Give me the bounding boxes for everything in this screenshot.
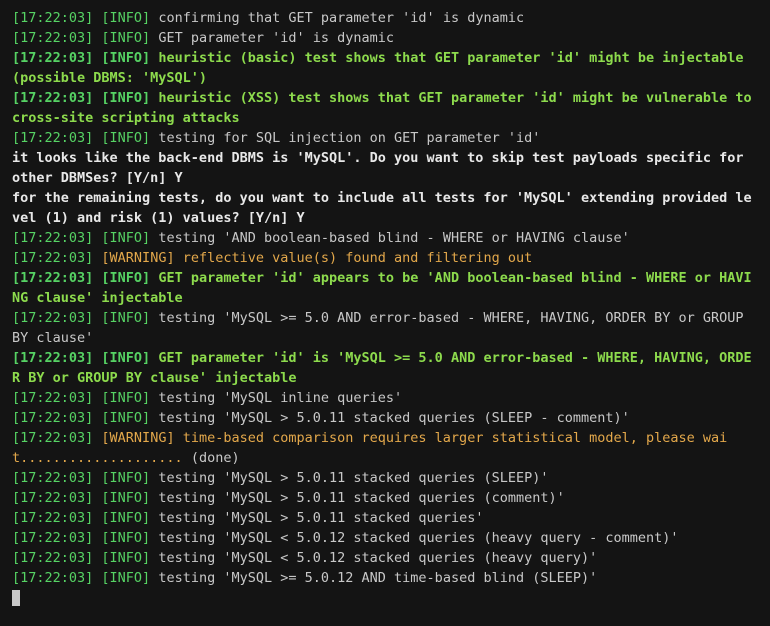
log-level: [WARNING] (101, 250, 174, 266)
log-line: [17:22:03] [INFO] GET parameter 'id' is … (12, 28, 758, 48)
log-message: confirming that GET parameter 'id' is dy… (158, 10, 524, 26)
log-line: [17:22:03] [INFO] testing 'MySQL inline … (12, 388, 758, 408)
log-level: [INFO] (101, 410, 150, 426)
log-line: [17:22:03] [INFO] testing 'MySQL > 5.0.1… (12, 468, 758, 488)
log-level: [INFO] (101, 470, 150, 486)
log-timestamp: [17:22:03] (12, 390, 93, 406)
log-timestamp: [17:22:03] (12, 550, 93, 566)
log-level: [INFO] (101, 490, 150, 506)
log-timestamp: [17:22:03] (12, 530, 93, 546)
log-level: [INFO] (101, 350, 150, 366)
log-line: [17:22:03] [INFO] testing 'AND boolean-b… (12, 228, 758, 248)
log-timestamp: [17:22:03] (12, 50, 93, 66)
cursor (12, 590, 20, 606)
log-line: it looks like the back-end DBMS is 'MySQ… (12, 148, 758, 188)
log-timestamp: [17:22:03] (12, 410, 93, 426)
log-timestamp: [17:22:03] (12, 490, 93, 506)
log-message: testing 'MySQL > 5.0.11 stacked queries … (158, 470, 548, 486)
log-line: [17:22:03] [WARNING] reflective value(s)… (12, 248, 758, 268)
log-timestamp: [17:22:03] (12, 10, 93, 26)
log-timestamp: [17:22:03] (12, 570, 93, 586)
log-message: testing 'MySQL < 5.0.12 stacked queries … (158, 550, 597, 566)
log-timestamp: [17:22:03] (12, 30, 93, 46)
log-level: [INFO] (101, 270, 150, 286)
log-level: [INFO] (101, 90, 150, 106)
log-level: [INFO] (101, 50, 150, 66)
log-level: [INFO] (101, 510, 150, 526)
log-level: [INFO] (101, 390, 150, 406)
log-level: [INFO] (101, 570, 150, 586)
log-line: [17:22:03] [INFO] testing 'MySQL >= 5.0.… (12, 568, 758, 588)
log-line: [17:22:03] [INFO] heuristic (basic) test… (12, 48, 758, 88)
log-timestamp: [17:22:03] (12, 130, 93, 146)
log-level: [INFO] (101, 230, 150, 246)
log-line: [17:22:03] [INFO] testing 'MySQL < 5.0.1… (12, 528, 758, 548)
log-level: [INFO] (101, 130, 150, 146)
log-timestamp: [17:22:03] (12, 510, 93, 526)
log-level: [INFO] (101, 550, 150, 566)
log-message: testing 'MySQL > 5.0.11 stacked queries … (158, 410, 629, 426)
log-message: GET parameter 'id' is dynamic (158, 30, 394, 46)
log-level: [INFO] (101, 310, 150, 326)
log-message: testing 'MySQL >= 5.0.12 AND time-based … (158, 570, 597, 586)
log-message-tail: (done) (183, 450, 240, 466)
log-level: [INFO] (101, 530, 150, 546)
log-line: [17:22:03] [INFO] GET parameter 'id' is … (12, 348, 758, 388)
log-timestamp: [17:22:03] (12, 90, 93, 106)
log-timestamp: [17:22:03] (12, 230, 93, 246)
log-level: [WARNING] (101, 430, 174, 446)
log-line: for the remaining tests, do you want to … (12, 188, 758, 228)
log-level: [INFO] (101, 30, 150, 46)
log-line: [17:22:03] [INFO] confirming that GET pa… (12, 8, 758, 28)
log-line: [17:22:03] [INFO] testing 'MySQL > 5.0.1… (12, 508, 758, 528)
log-timestamp: [17:22:03] (12, 310, 93, 326)
log-message: for the remaining tests, do you want to … (12, 190, 752, 226)
log-line: [17:22:03] [INFO] testing for SQL inject… (12, 128, 758, 148)
log-message: testing 'MySQL > 5.0.11 stacked queries' (158, 510, 483, 526)
log-timestamp: [17:22:03] (12, 270, 93, 286)
log-line: [17:22:03] [INFO] testing 'MySQL < 5.0.1… (12, 548, 758, 568)
log-message: testing 'MySQL inline queries' (158, 390, 402, 406)
log-message: testing for SQL injection on GET paramet… (158, 130, 540, 146)
log-message: testing 'AND boolean-based blind - WHERE… (158, 230, 629, 246)
log-message: testing 'MySQL > 5.0.11 stacked queries … (158, 490, 564, 506)
log-line: [17:22:03] [INFO] testing 'MySQL > 5.0.1… (12, 408, 758, 428)
log-timestamp: [17:22:03] (12, 430, 93, 446)
log-message: it looks like the back-end DBMS is 'MySQ… (12, 150, 752, 186)
log-line: [17:22:03] [INFO] heuristic (XSS) test s… (12, 88, 758, 128)
log-level: [INFO] (101, 10, 150, 26)
terminal-output: [17:22:03] [INFO] confirming that GET pa… (12, 8, 758, 588)
log-line: [17:22:03] [WARNING] time-based comparis… (12, 428, 758, 468)
log-timestamp: [17:22:03] (12, 470, 93, 486)
log-timestamp: [17:22:03] (12, 350, 93, 366)
log-line: [17:22:03] [INFO] testing 'MySQL >= 5.0 … (12, 308, 758, 348)
log-message: reflective value(s) found and filtering … (183, 250, 533, 266)
log-line: [17:22:03] [INFO] GET parameter 'id' app… (12, 268, 758, 308)
log-message: testing 'MySQL < 5.0.12 stacked queries … (158, 530, 678, 546)
log-timestamp: [17:22:03] (12, 250, 93, 266)
log-line: [17:22:03] [INFO] testing 'MySQL > 5.0.1… (12, 488, 758, 508)
